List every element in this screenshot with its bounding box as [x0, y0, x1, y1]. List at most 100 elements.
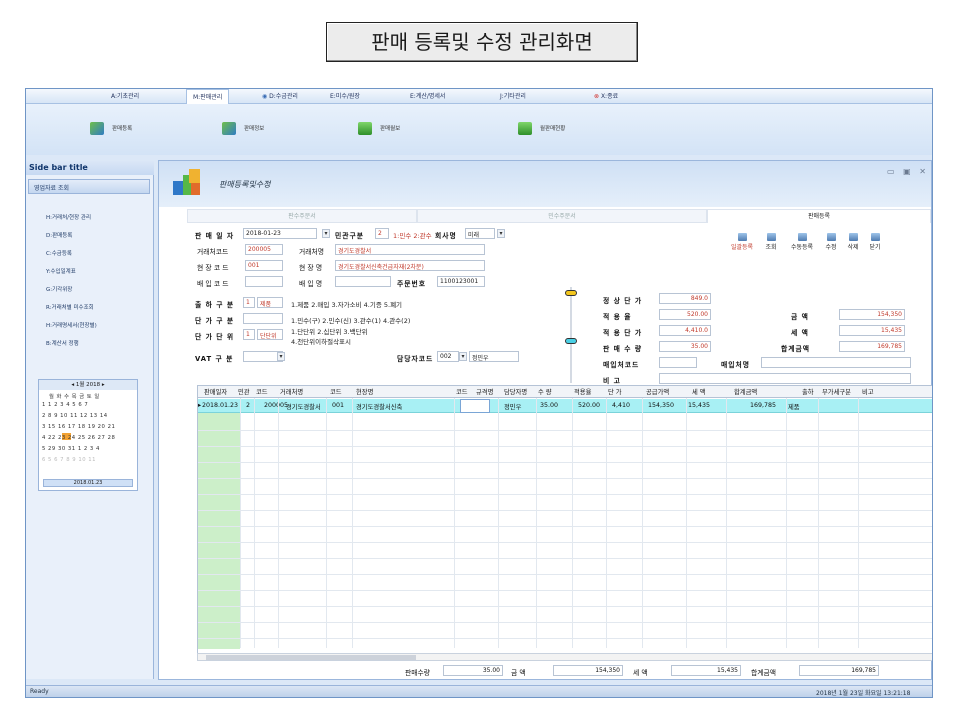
- ship-value-input[interactable]: 제품: [257, 297, 283, 308]
- delete-button[interactable]: 삭제: [843, 233, 863, 255]
- tax-input[interactable]: 15,435: [839, 325, 905, 336]
- chevron-down-icon[interactable]: ▾: [277, 352, 285, 361]
- qty-input[interactable]: 35.00: [659, 341, 711, 352]
- site-name-input[interactable]: 경기도경찰서신축건급자재(2차분): [335, 260, 485, 271]
- ribbon-sale-monthly-button[interactable]: 판매월보: [358, 119, 400, 137]
- col-header[interactable]: 판매일자: [204, 387, 227, 396]
- tab-collection[interactable]: ◉ D:수금관리: [262, 91, 298, 100]
- col-header[interactable]: 단 가: [608, 387, 622, 396]
- slider-track[interactable]: [570, 287, 572, 383]
- company-select[interactable]: 미래: [465, 228, 495, 239]
- edit-button[interactable]: 수정: [821, 233, 841, 255]
- calendar-selected-date[interactable]: 2018.01.23: [43, 479, 133, 487]
- remark-input[interactable]: [659, 373, 911, 384]
- col-header[interactable]: 부가세구분: [822, 387, 851, 396]
- amount-input[interactable]: 154,350: [839, 309, 905, 320]
- buyer-name-input[interactable]: [761, 357, 911, 368]
- cell-editor[interactable]: [460, 399, 490, 413]
- chevron-down-icon[interactable]: ▾: [497, 229, 505, 238]
- site-code-input[interactable]: 001: [245, 260, 283, 271]
- sidebar-item[interactable]: H:거래명세서(현장별): [46, 321, 97, 329]
- search-button[interactable]: 조회: [761, 233, 781, 255]
- ship-code-input[interactable]: 1: [243, 297, 255, 308]
- manual-register-button[interactable]: 수동등록: [785, 233, 819, 255]
- cell-client-code[interactable]: 200005: [264, 402, 288, 409]
- cell-total[interactable]: 169,785: [750, 402, 776, 409]
- chevron-right-icon[interactable]: ▸: [100, 382, 105, 388]
- calendar-week[interactable]: 1 1 2 3 4 5 6 7: [42, 402, 88, 408]
- cell-price[interactable]: 4,410: [612, 402, 630, 409]
- calendar[interactable]: ◂ 1월 2018 ▸ 월 화 수 목 금 토 일 1 1 2 3 4 5 6 …: [38, 379, 138, 491]
- col-header[interactable]: 코드: [330, 387, 342, 396]
- scroll-thumb[interactable]: [206, 655, 416, 660]
- cell-supply[interactable]: 154,350: [648, 402, 674, 409]
- ribbon-monthly-status-button[interactable]: 월판매현황: [518, 119, 565, 137]
- sidebar-item[interactable]: Y:수입일계표: [46, 267, 76, 275]
- tab-sale-register[interactable]: 판매등록: [707, 209, 931, 223]
- sale-date-input[interactable]: 2018-01-23: [243, 228, 317, 239]
- order-no-input[interactable]: 1100123001: [437, 276, 485, 287]
- normal-price-input[interactable]: 849.0: [659, 293, 711, 304]
- sidebar-item[interactable]: D:판매등록: [46, 231, 72, 239]
- sidebar-item[interactable]: H:거래처/현장 관리: [46, 213, 91, 221]
- col-header[interactable]: 코드: [456, 387, 468, 396]
- delivery-code-input[interactable]: [245, 276, 283, 287]
- buyer-code-input[interactable]: [659, 357, 697, 368]
- manager-name-input[interactable]: 정민우: [469, 351, 519, 362]
- cell-tax[interactable]: 15,435: [688, 402, 710, 409]
- apply-rate-input[interactable]: 520.00: [659, 309, 711, 320]
- sidebar-item[interactable]: R:거래처별 미수조회: [46, 303, 94, 311]
- ribbon-sale-register-button[interactable]: 판매등록: [90, 119, 132, 137]
- calendar-month[interactable]: ◂ 1월 2018 ▸: [39, 380, 137, 390]
- calendar-week[interactable]: 4 22 23 24 25 26 27 28: [42, 435, 115, 441]
- cell-manager[interactable]: 정민우: [504, 402, 521, 411]
- col-header[interactable]: 거래처명: [280, 387, 303, 396]
- cell-rate[interactable]: 520.00: [578, 402, 600, 409]
- col-header[interactable]: 현장명: [356, 387, 373, 396]
- sidebar-group[interactable]: 영업자료 조회: [28, 179, 150, 194]
- calendar-week[interactable]: 6 5 6 7 8 9 10 11: [42, 457, 96, 463]
- tab-exit[interactable]: ⊗ X:종료: [594, 91, 618, 100]
- tab-basic[interactable]: A:기초관리: [111, 91, 139, 100]
- ribbon-sale-info-button[interactable]: 판매정보: [222, 119, 264, 137]
- chevron-down-icon[interactable]: ▾: [459, 352, 467, 361]
- bulk-register-button[interactable]: 일괄등록: [725, 233, 759, 255]
- calendar-week[interactable]: 2 8 9 10 11 12 13 14: [42, 413, 108, 419]
- col-header[interactable]: 수 량: [538, 387, 552, 396]
- col-header[interactable]: 민관: [238, 387, 250, 396]
- delivery-name-input[interactable]: [335, 276, 391, 287]
- col-header[interactable]: 적용율: [574, 387, 591, 396]
- col-header[interactable]: 세 액: [692, 387, 706, 396]
- col-header[interactable]: 공급가액: [646, 387, 669, 396]
- sidebar-item[interactable]: G:기각위장: [46, 285, 72, 293]
- cell-date[interactable]: 2018.01.23: [202, 402, 238, 409]
- window-controls[interactable]: ▭ ▣ ✕: [887, 167, 929, 176]
- col-header[interactable]: 출하: [802, 387, 814, 396]
- manager-code-input[interactable]: 002: [437, 351, 459, 362]
- tab-invoice[interactable]: E:계산/명세서: [410, 91, 445, 100]
- total-input[interactable]: 169,785: [839, 341, 905, 352]
- cell-gov[interactable]: 2: [246, 402, 250, 409]
- table-row[interactable]: ▸ 2018.01.23 2 200005 경기도경찰서 001 경기도경찰서신…: [198, 399, 932, 413]
- cell-site-code[interactable]: 001: [332, 402, 344, 409]
- sidebar-item[interactable]: B:계산서 정행: [46, 339, 79, 347]
- calendar-week[interactable]: 3 15 16 17 18 19 20 21: [42, 424, 115, 430]
- col-header[interactable]: 합계금액: [734, 387, 757, 396]
- sidebar-item[interactable]: C:수금등록: [46, 249, 72, 257]
- tab-private-order[interactable]: 민수주문서: [417, 209, 707, 223]
- close-button[interactable]: 닫기: [865, 233, 885, 255]
- sales-grid[interactable]: 판매일자 민관 코드 거래처명 코드 현장명 코드 규격명 담당자명 수 량 적…: [197, 385, 932, 655]
- price-unit-code-input[interactable]: 1: [243, 329, 255, 340]
- apply-price-input[interactable]: 4,410.0: [659, 325, 711, 336]
- col-header[interactable]: 코드: [256, 387, 268, 396]
- tab-etc[interactable]: J:기타관리: [500, 91, 526, 100]
- client-code-input[interactable]: 200005: [245, 244, 283, 255]
- cell-ship[interactable]: 제품: [788, 402, 800, 411]
- calendar-week[interactable]: 5 29 30 31 1 2 3 4: [42, 446, 100, 452]
- cell-qty[interactable]: 35.00: [540, 402, 558, 409]
- chevron-down-icon[interactable]: ▾: [322, 229, 330, 238]
- horizontal-scrollbar[interactable]: [197, 653, 932, 661]
- tab-receivable[interactable]: E:미수/원장: [330, 91, 360, 100]
- col-header[interactable]: 담당자명: [504, 387, 527, 396]
- cell-site-name[interactable]: 경기도경찰서신축: [356, 402, 402, 411]
